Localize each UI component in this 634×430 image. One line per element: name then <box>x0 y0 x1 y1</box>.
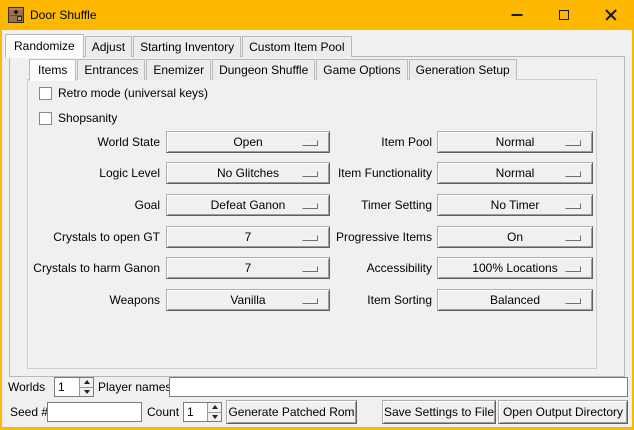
dropdown-indicator-icon <box>302 266 318 272</box>
spin-up-icon[interactable] <box>80 378 93 387</box>
progressive-items-dropdown[interactable]: On <box>437 226 593 248</box>
tab-entrances[interactable]: Entrances <box>77 59 145 80</box>
item-pool-value: Normal <box>496 135 535 149</box>
item-sorting-label: Item Sorting <box>367 289 432 311</box>
worlds-label: Worlds <box>8 377 45 397</box>
dropdown-indicator-icon <box>302 140 318 146</box>
item-sorting-dropdown[interactable]: Balanced <box>437 289 593 311</box>
count-input[interactable] <box>184 403 207 421</box>
main-tabs: Randomize Adjust Starting Inventory Cust… <box>5 33 352 57</box>
weapons-value: Vanilla <box>230 293 265 307</box>
tab-custom-item-pool[interactable]: Custom Item Pool <box>242 36 351 57</box>
goal-dropdown[interactable]: Defeat Ganon <box>166 194 330 216</box>
progressive-items-value: On <box>507 230 523 244</box>
player-names-input[interactable] <box>169 377 628 397</box>
seed-label: Seed # <box>10 402 48 422</box>
goal-value: Defeat Ganon <box>211 198 286 212</box>
logic-level-label: Logic Level <box>99 162 160 184</box>
crystals-harm-ganon-dropdown[interactable]: 7 <box>166 257 330 279</box>
count-spinner-buttons <box>207 403 221 421</box>
open-output-directory-button[interactable]: Open Output Directory <box>498 400 628 424</box>
goal-label: Goal <box>135 194 160 216</box>
logic-level-value: No Glitches <box>217 166 279 180</box>
tab-dungeon-shuffle[interactable]: Dungeon Shuffle <box>212 59 315 80</box>
titlebar: Door Shuffle <box>0 0 634 30</box>
weapons-label: Weapons <box>110 289 160 311</box>
dropdown-indicator-icon <box>565 203 581 209</box>
retro-mode-label: Retro mode (universal keys) <box>58 86 208 100</box>
worlds-spinner[interactable] <box>54 377 94 397</box>
crystals-open-gt-dropdown[interactable]: 7 <box>166 226 330 248</box>
window-title: Door Shuffle <box>30 0 97 30</box>
item-pool-dropdown[interactable]: Normal <box>437 131 593 153</box>
item-functionality-value: Normal <box>496 166 535 180</box>
shopsanity-label: Shopsanity <box>58 111 117 125</box>
accessibility-dropdown[interactable]: 100% Locations <box>437 257 593 279</box>
window: Door Shuffle Randomize Adjust Starting I… <box>0 0 634 430</box>
minimize-icon <box>512 14 523 16</box>
retro-mode-row: Retro mode (universal keys) <box>39 86 208 100</box>
item-pool-label: Item Pool <box>381 131 432 153</box>
dropdown-indicator-icon <box>302 203 318 209</box>
maximize-icon <box>559 10 569 20</box>
app-icon <box>8 7 24 23</box>
dropdown-indicator-icon <box>565 171 581 177</box>
count-spinner[interactable] <box>183 402 222 422</box>
player-names-label: Player names <box>98 377 171 397</box>
maximize-button[interactable] <box>541 0 587 30</box>
shopsanity-row: Shopsanity <box>39 111 117 125</box>
crystals-harm-ganon-value: 7 <box>245 261 252 275</box>
world-state-label: World State <box>98 131 160 153</box>
close-icon <box>605 9 617 21</box>
sub-tabs: Items Entrances Enemizer Dungeon Shuffle… <box>29 58 517 80</box>
tab-starting-inventory[interactable]: Starting Inventory <box>133 36 241 57</box>
tab-items[interactable]: Items <box>29 59 76 81</box>
dropdown-indicator-icon <box>565 140 581 146</box>
weapons-dropdown[interactable]: Vanilla <box>166 289 330 311</box>
dropdown-indicator-icon <box>565 266 581 272</box>
retro-mode-checkbox[interactable] <box>39 87 52 100</box>
crystals-harm-ganon-label: Crystals to harm Ganon <box>33 257 160 279</box>
dropdown-indicator-icon <box>565 298 581 304</box>
tab-randomize[interactable]: Randomize <box>5 34 84 58</box>
item-sorting-value: Balanced <box>490 293 540 307</box>
close-button[interactable] <box>588 0 634 30</box>
crystals-open-gt-label: Crystals to open GT <box>53 226 160 248</box>
dropdown-indicator-icon <box>302 298 318 304</box>
tab-generation-setup[interactable]: Generation Setup <box>409 59 517 80</box>
tab-enemizer[interactable]: Enemizer <box>146 59 211 80</box>
save-settings-button[interactable]: Save Settings to File <box>382 400 496 424</box>
dropdown-indicator-icon <box>565 235 581 241</box>
seed-input[interactable] <box>47 402 142 422</box>
spin-down-icon[interactable] <box>208 412 221 422</box>
window-border-left <box>0 30 2 430</box>
timer-setting-value: No Timer <box>491 198 540 212</box>
item-functionality-dropdown[interactable]: Normal <box>437 162 593 184</box>
timer-setting-label: Timer Setting <box>361 194 432 216</box>
dropdown-indicator-icon <box>302 171 318 177</box>
dropdown-indicator-icon <box>302 235 318 241</box>
tab-game-options[interactable]: Game Options <box>316 59 407 80</box>
spin-down-icon[interactable] <box>80 387 93 397</box>
crystals-open-gt-value: 7 <box>245 230 252 244</box>
progressive-items-label: Progressive Items <box>336 226 432 248</box>
accessibility-label: Accessibility <box>367 257 432 279</box>
item-functionality-label: Item Functionality <box>338 162 432 184</box>
timer-setting-dropdown[interactable]: No Timer <box>437 194 593 216</box>
world-state-value: Open <box>233 135 262 149</box>
world-state-dropdown[interactable]: Open <box>166 131 330 153</box>
accessibility-value: 100% Locations <box>472 261 557 275</box>
count-label: Count <box>147 402 179 422</box>
tab-adjust[interactable]: Adjust <box>85 36 132 57</box>
minimize-button[interactable] <box>494 0 540 30</box>
spin-up-icon[interactable] <box>208 403 221 412</box>
logic-level-dropdown[interactable]: No Glitches <box>166 162 330 184</box>
shopsanity-checkbox[interactable] <box>39 112 52 125</box>
worlds-spinner-buttons <box>79 378 93 396</box>
generate-patched-rom-button[interactable]: Generate Patched Rom <box>226 400 357 424</box>
worlds-input[interactable] <box>55 378 79 396</box>
